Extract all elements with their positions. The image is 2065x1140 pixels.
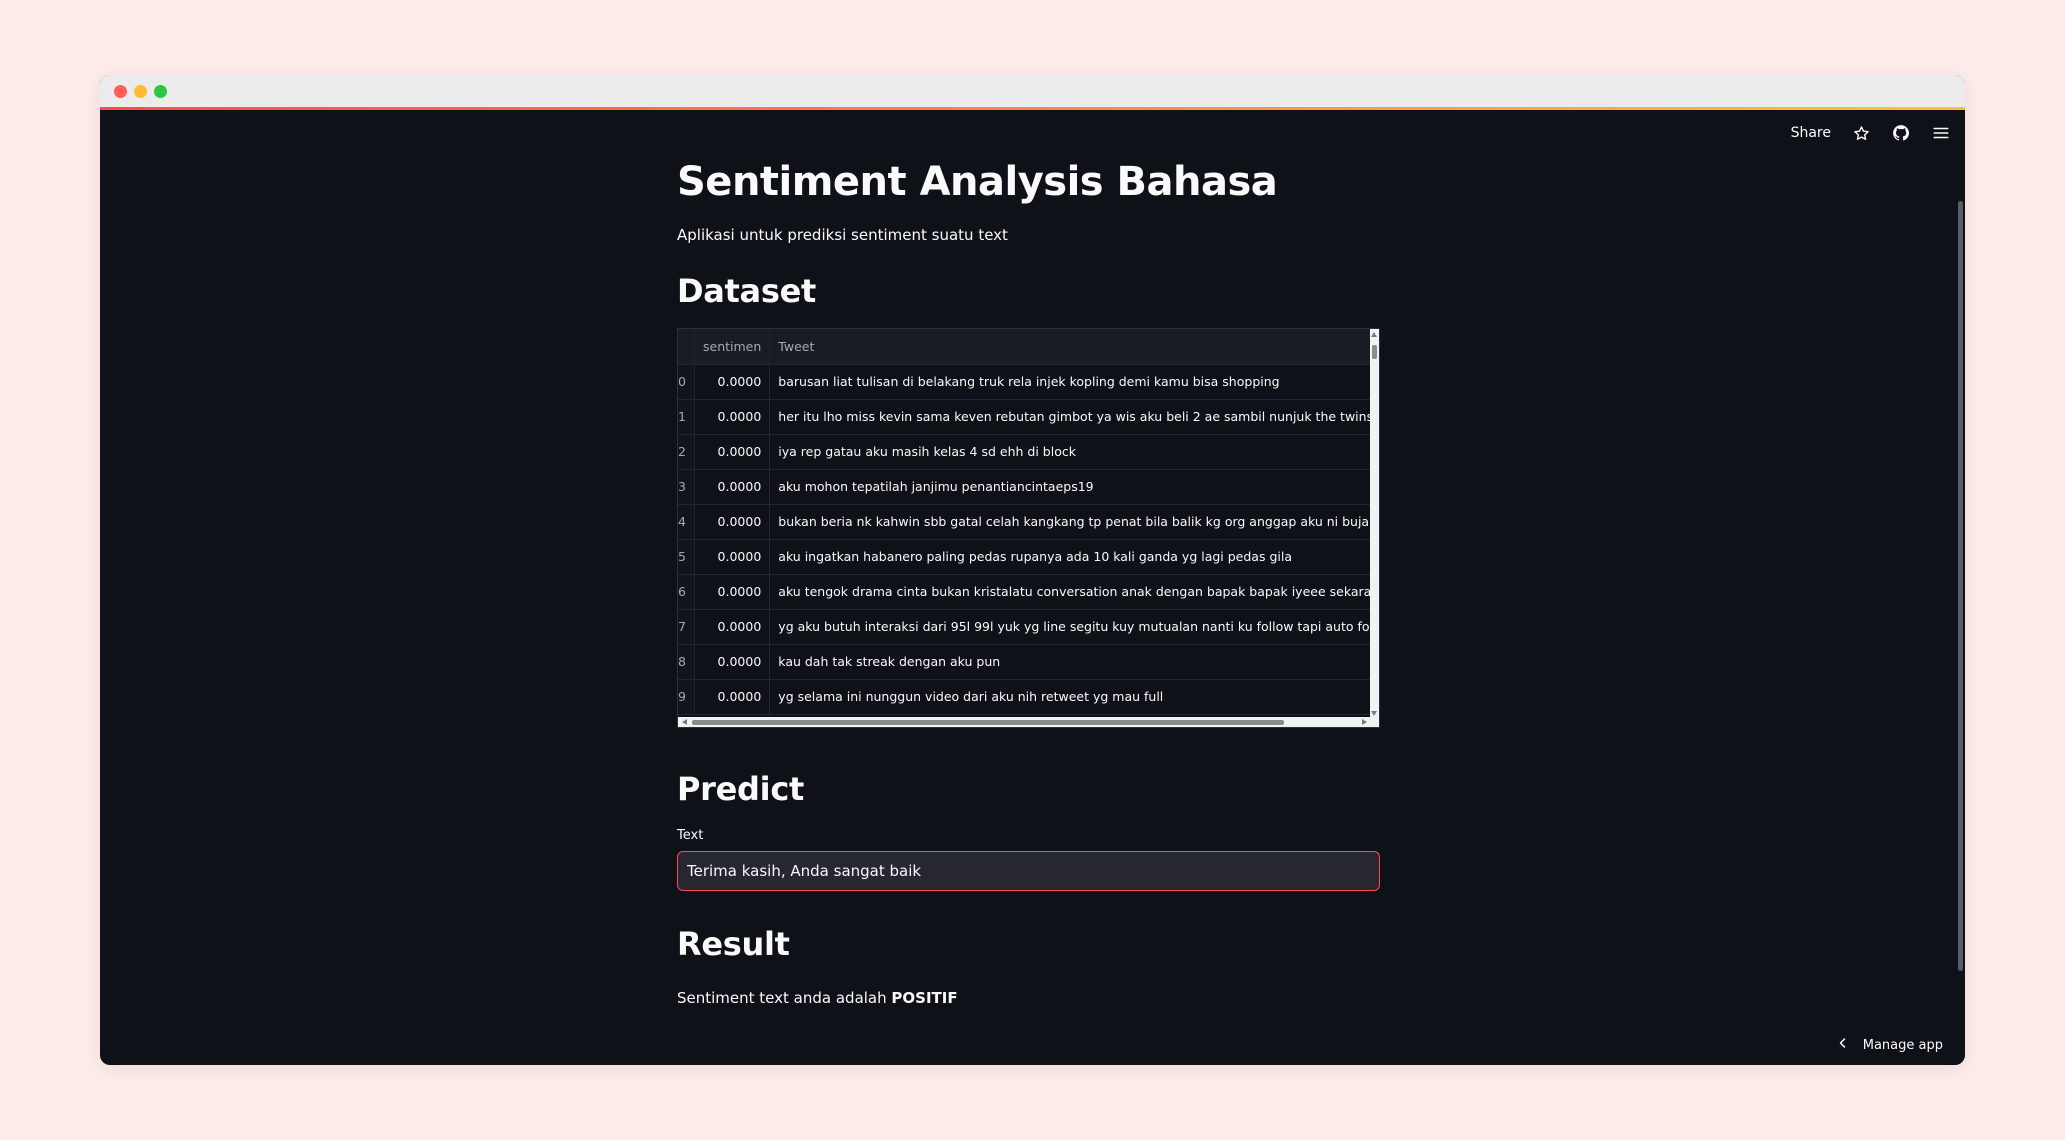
result-heading: Result (677, 925, 790, 963)
tweet-cell[interactable]: her itu lho miss kevin sama keven rebuta… (769, 399, 1379, 435)
sentimen-cell[interactable]: 0.0000 (694, 364, 771, 400)
star-icon[interactable] (1851, 123, 1871, 143)
table-header-row: sentimen Tweet (678, 329, 1379, 365)
minimize-window-button[interactable] (134, 85, 147, 98)
row-index: 1 (678, 399, 695, 435)
menu-icon[interactable] (1931, 123, 1951, 143)
tweet-cell[interactable]: barusan liat tulisan di belakang truk re… (769, 364, 1379, 400)
row-index: 3 (678, 469, 695, 505)
sentimen-cell[interactable]: 0.0000 (694, 609, 771, 645)
sentimen-cell[interactable]: 0.0000 (694, 574, 771, 610)
predict-heading: Predict (677, 770, 804, 808)
sentimen-cell[interactable]: 0.0000 (694, 539, 771, 575)
sentimen-cell[interactable]: 0.0000 (694, 644, 771, 680)
page-title: Sentiment Analysis Bahasa (677, 159, 1278, 205)
tweet-cell[interactable]: iya rep gatau aku masih kelas 4 sd ehh d… (769, 434, 1379, 470)
scroll-down-arrow-icon[interactable] (1371, 711, 1377, 716)
app-toolbar: Share (1791, 123, 1951, 143)
table-row[interactable]: 4 0.0000 bukan beria nk kahwin sbb gatal… (678, 504, 1379, 540)
table-row[interactable]: 6 0.0000 aku tengok drama cinta bukan kr… (678, 574, 1379, 610)
github-icon[interactable] (1891, 123, 1911, 143)
row-index: 2 (678, 434, 695, 470)
tweet-cell[interactable]: yg aku butuh interaksi dari 95l 99l yuk … (769, 609, 1379, 645)
result-text: Sentiment text anda adalah POSITIF (677, 989, 1380, 1007)
table-row[interactable]: 8 0.0000 kau dah tak streak dengan aku p… (678, 644, 1379, 680)
maximize-window-button[interactable] (154, 85, 167, 98)
row-index: 6 (678, 574, 695, 610)
browser-window: Share Sentiment Analysis Bahasa Aplikasi… (100, 75, 1965, 1065)
app-decoration-bar (100, 107, 1965, 110)
dataset-table: sentimen Tweet 0 0.0000 barusan liat tul… (678, 329, 1379, 715)
result-value: POSITIF (891, 989, 958, 1007)
column-header-tweet[interactable]: Tweet (769, 329, 1379, 365)
table-row[interactable]: 7 0.0000 yg aku butuh interaksi dari 95l… (678, 609, 1379, 645)
page-scrollbar[interactable] (1957, 111, 1965, 1065)
table-row[interactable]: 1 0.0000 her itu lho miss kevin sama kev… (678, 399, 1379, 435)
table-horizontal-scrollbar[interactable] (678, 717, 1379, 727)
row-index: 7 (678, 609, 695, 645)
column-header-sentimen[interactable]: sentimen (694, 329, 771, 365)
share-button[interactable]: Share (1791, 125, 1831, 141)
table-row[interactable]: 0 0.0000 barusan liat tulisan di belakan… (678, 364, 1379, 400)
page-scrollbar-thumb[interactable] (1958, 201, 1963, 971)
tweet-cell[interactable]: kau dah tak streak dengan aku pun (769, 644, 1379, 680)
dataset-heading: Dataset (677, 272, 816, 310)
row-index: 4 (678, 504, 695, 540)
result-prefix: Sentiment text anda adalah (677, 989, 892, 1007)
scroll-up-arrow-icon[interactable] (1371, 332, 1377, 337)
sentimen-cell[interactable]: 0.0000 (694, 679, 771, 715)
tweet-cell[interactable]: aku mohon tepatilah janjimu penantiancin… (769, 469, 1379, 505)
column-header-index[interactable] (678, 329, 695, 365)
table-vertical-scrollbar[interactable] (1370, 329, 1379, 719)
sentimen-cell[interactable]: 0.0000 (694, 469, 771, 505)
close-window-button[interactable] (114, 85, 127, 98)
manage-app-button[interactable]: Manage app (1837, 1037, 1943, 1053)
sentimen-cell[interactable]: 0.0000 (694, 399, 771, 435)
chevron-left-icon (1837, 1037, 1849, 1053)
row-index: 8 (678, 644, 695, 680)
table-row[interactable]: 3 0.0000 aku mohon tepatilah janjimu pen… (678, 469, 1379, 505)
tweet-cell[interactable]: aku tengok drama cinta bukan kristalatu … (769, 574, 1379, 610)
table-row[interactable]: 5 0.0000 aku ingatkan habanero paling pe… (678, 539, 1379, 575)
dataset-dataframe[interactable]: sentimen Tweet 0 0.0000 barusan liat tul… (677, 328, 1380, 728)
text-input-label: Text (677, 828, 704, 843)
window-titlebar (100, 75, 1965, 107)
tweet-cell[interactable]: yg selama ini nunggun video dari aku nih… (769, 679, 1379, 715)
scroll-left-arrow-icon[interactable] (682, 719, 687, 725)
tweet-cell[interactable]: aku ingatkan habanero paling pedas rupan… (769, 539, 1379, 575)
scroll-right-arrow-icon[interactable] (1362, 719, 1367, 725)
tweet-cell[interactable]: bukan beria nk kahwin sbb gatal celah ka… (769, 504, 1379, 540)
page-subtitle: Aplikasi untuk prediksi sentiment suatu … (677, 226, 1008, 244)
manage-app-label: Manage app (1862, 1037, 1943, 1053)
table-row[interactable]: 9 0.0000 yg selama ini nunggun video dar… (678, 679, 1379, 715)
main-content: Sentiment Analysis Bahasa Aplikasi untuk… (677, 150, 1380, 1007)
sentimen-cell[interactable]: 0.0000 (694, 434, 771, 470)
row-index: 9 (678, 679, 695, 715)
row-index: 5 (678, 539, 695, 575)
text-input[interactable] (677, 851, 1380, 891)
sentimen-cell[interactable]: 0.0000 (694, 504, 771, 540)
table-row[interactable]: 2 0.0000 iya rep gatau aku masih kelas 4… (678, 434, 1379, 470)
row-index: 0 (678, 364, 695, 400)
table-vertical-scrollbar-thumb[interactable] (1372, 345, 1377, 359)
table-horizontal-scrollbar-thumb[interactable] (692, 720, 1284, 725)
